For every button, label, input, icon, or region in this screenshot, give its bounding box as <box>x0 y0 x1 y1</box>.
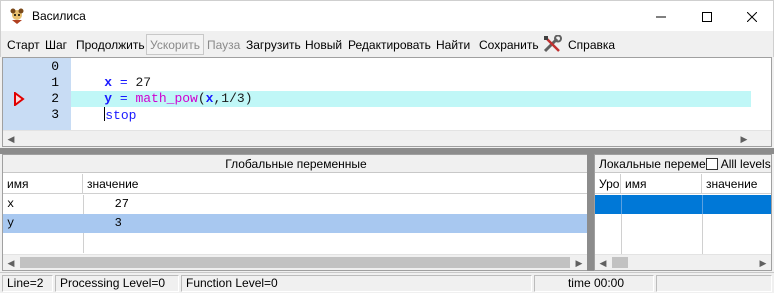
toolbar: Старт Шаг Продолжить Ускорить Пауза Загр… <box>0 31 774 57</box>
minimize-button[interactable] <box>638 1 684 32</box>
scroll-thumb[interactable] <box>20 257 570 268</box>
scroll-left-icon[interactable]: ◀ <box>595 255 611 270</box>
title-bar: Василиса <box>0 0 774 31</box>
variable-value: 27 <box>93 197 130 211</box>
line-number: 0 <box>51 59 59 74</box>
maximize-icon <box>702 11 712 22</box>
scroll-thumb[interactable] <box>612 257 628 268</box>
variable-name: y <box>7 216 15 230</box>
vertical-splitter[interactable] <box>587 154 594 271</box>
new-button[interactable]: Новый <box>305 38 342 52</box>
token: math_pow <box>135 91 198 106</box>
column-divider <box>702 214 703 254</box>
table-row[interactable]: x 27 <box>3 195 587 214</box>
locals-horizontal-scrollbar[interactable]: ◀ ▶ <box>595 254 771 270</box>
column-value[interactable]: значение <box>83 174 587 194</box>
accelerate-button[interactable]: Ускорить <box>150 38 200 52</box>
step-button[interactable]: Шаг <box>45 38 67 52</box>
current-line-arrow-icon <box>14 92 25 106</box>
column-divider <box>83 233 84 253</box>
minimize-icon <box>656 16 666 17</box>
close-button[interactable] <box>729 1 774 32</box>
code-line-1: y = math_pow(x,1/3) <box>73 75 252 106</box>
line-number: 3 <box>51 107 59 122</box>
scroll-right-icon[interactable]: ▶ <box>755 255 771 270</box>
locals-panel-title: Локальные переме <box>599 157 706 171</box>
token: stop <box>105 108 137 123</box>
locals-panel: Локальные переме Alll levels Уро имя знач… <box>594 154 772 271</box>
window-title: Василиса <box>32 9 86 23</box>
line-number: 1 <box>51 75 59 90</box>
scroll-left-icon[interactable]: ◀ <box>3 255 19 270</box>
save-button[interactable]: Сохранить <box>479 38 539 52</box>
code-line-2: stop <box>73 91 136 123</box>
status-empty <box>656 275 772 292</box>
status-time: time 00:00 <box>534 275 654 292</box>
line-number: 2 <box>51 91 59 106</box>
status-bar: Line=2 Processing Level=0 Function Level… <box>0 272 774 293</box>
globals-column-header: имя значение <box>3 174 587 194</box>
globals-panel-title: Глобальные переменные <box>3 155 587 173</box>
app-icon <box>10 8 24 24</box>
editor-horizontal-scrollbar[interactable]: ◀ ▶ <box>3 130 771 146</box>
globals-panel: Глобальные переменные имя значение x 27 … <box>2 154 588 271</box>
close-icon <box>747 11 757 22</box>
scroll-right-icon[interactable]: ▶ <box>736 131 752 146</box>
continue-button[interactable]: Продолжить <box>76 38 145 52</box>
find-button[interactable]: Найти <box>436 38 470 52</box>
token: ( <box>197 91 206 106</box>
variable-name: x <box>7 197 15 211</box>
table-row-focused[interactable] <box>595 195 771 214</box>
token: ,1/3) <box>213 91 253 106</box>
all-levels-label[interactable]: Alll levels <box>721 157 771 171</box>
edit-button[interactable]: Редактировать <box>348 38 431 52</box>
all-levels-checkbox[interactable] <box>705 158 718 170</box>
status-function-level: Function Level=0 <box>181 275 532 292</box>
help-button[interactable]: Справка <box>568 38 615 52</box>
load-button[interactable]: Загрузить <box>246 38 301 52</box>
column-value[interactable]: значение <box>702 174 771 194</box>
column-name[interactable]: имя <box>3 174 83 194</box>
variable-value: 3 <box>93 216 122 230</box>
scroll-right-icon[interactable]: ▶ <box>571 255 587 270</box>
column-divider <box>621 195 622 214</box>
column-divider <box>621 214 622 254</box>
scroll-left-icon[interactable]: ◀ <box>3 131 19 146</box>
column-divider <box>702 195 703 214</box>
code-line-0: x = 27 <box>73 59 151 90</box>
maximize-button[interactable] <box>684 1 730 32</box>
tools-icon[interactable] <box>542 35 564 53</box>
status-line: Line=2 <box>2 275 53 292</box>
locals-panel-header: Локальные переме Alll levels <box>595 155 771 173</box>
globals-horizontal-scrollbar[interactable]: ◀ ▶ <box>3 254 587 270</box>
column-name[interactable]: имя <box>621 174 702 194</box>
start-button[interactable]: Старт <box>7 38 40 52</box>
column-divider <box>83 195 84 214</box>
status-processing-level: Processing Level=0 <box>55 275 179 292</box>
column-level[interactable]: Уро <box>595 174 621 194</box>
locals-column-header: Уро имя значение <box>595 174 771 194</box>
pause-button[interactable]: Пауза <box>207 38 240 52</box>
code-editor[interactable]: 0 1 2 3 x = 27 y = math_pow(x,1/3) stop … <box>2 57 772 147</box>
table-row-selected[interactable]: y 3 <box>3 214 587 233</box>
